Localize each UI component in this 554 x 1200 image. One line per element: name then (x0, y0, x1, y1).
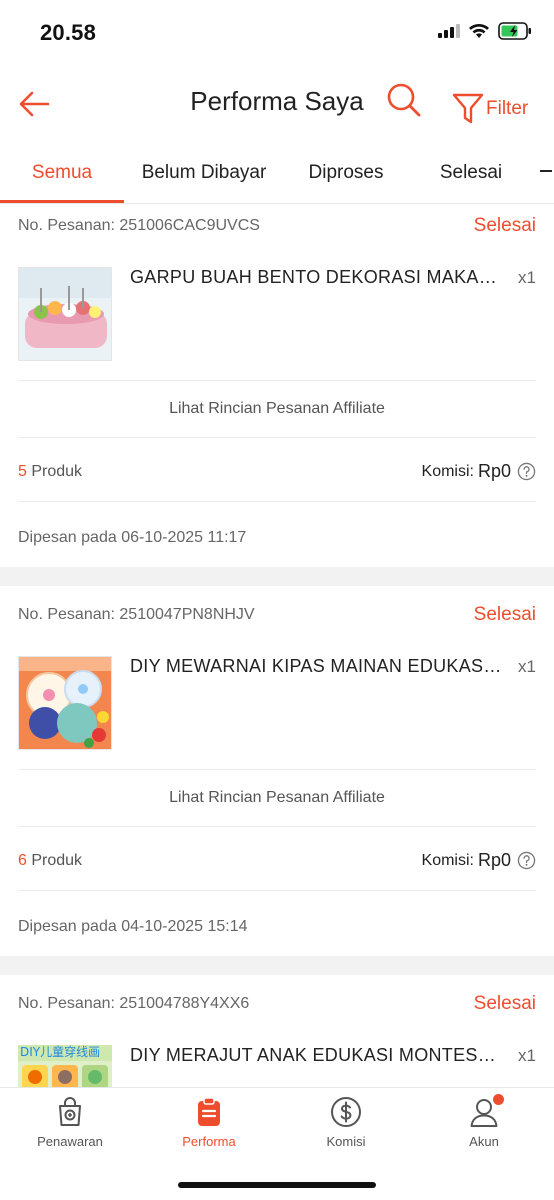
wifi-icon (469, 24, 489, 38)
order-number: No. Pesanan: 251004788Y4XX6 (18, 995, 250, 1012)
divider-line (18, 437, 536, 438)
help-icon[interactable] (517, 851, 536, 870)
product-count-suffix: Produk (26, 852, 83, 869)
product-thumbnail[interactable] (18, 267, 112, 361)
help-icon[interactable] (517, 462, 536, 481)
tab-belum-dibayar[interactable]: Belum Dibayar (130, 142, 278, 204)
product-thumbnail[interactable] (18, 656, 112, 750)
product-count: 5 Produk (18, 463, 82, 481)
status-time: 20.58 (40, 20, 97, 45)
divider-line (18, 769, 536, 770)
divider-line (18, 380, 536, 381)
filter-label: Filter (486, 98, 529, 119)
akun-icon-wrapper (468, 1094, 504, 1128)
tab-more-partial[interactable] (540, 142, 554, 204)
bottom-nav-komisi[interactable]: Komisi (277, 1096, 415, 1160)
status-tabs: Semua Belum Dibayar Diproses Selesai (0, 142, 554, 204)
battery-icon (498, 22, 531, 40)
divider-line (18, 826, 536, 827)
product-name[interactable]: DIY MERAJUT ANAK EDUKASI MONTESSORI (130, 1045, 502, 1066)
bottom-nav-label: Performa (182, 1134, 236, 1149)
active-tab-indicator (0, 200, 124, 203)
commission-label: Komisi: (421, 851, 474, 869)
product-name[interactable]: GARPU BUAH BENTO DEKORASI MAKANAN (130, 267, 502, 288)
product-count-number: 5 (18, 463, 27, 480)
notification-dot (493, 1094, 504, 1105)
commission-row: Komisi: Rp0 (422, 850, 536, 871)
product-count-suffix: Produk (26, 463, 83, 480)
commission-row: Komisi: Rp0 (422, 461, 536, 482)
section-divider (0, 567, 554, 586)
clipboard-icon (198, 1097, 220, 1126)
order-card: No. Pesanan: 2510047PN8NHJV Selesai DIY … (0, 594, 554, 956)
tab-selesai[interactable]: Selesai (412, 142, 530, 204)
tab-diproses[interactable]: Diproses (286, 142, 406, 204)
filter-icon (452, 93, 484, 124)
signal-icon (438, 24, 460, 38)
product-count-number: 6 (18, 852, 27, 869)
diy-fan-product-image (19, 657, 111, 749)
commission-value: Rp0 (477, 461, 511, 481)
filter-button[interactable]: Filter (452, 82, 528, 126)
order-card: No. Pesanan: 251006CAC9UVCS Selesai GARP… (0, 205, 554, 567)
thumbnail-caption: DIY儿童穿线画 (20, 1045, 101, 1059)
section-divider (0, 956, 554, 975)
commission-value: Rp0 (477, 850, 511, 870)
bento-fork-product-image (19, 268, 111, 360)
status-bar: 20.58 (0, 0, 554, 62)
ordered-at-date: Dipesan pada 04-10-2025 15:14 (18, 918, 248, 935)
status-icons (438, 22, 532, 40)
affiliate-order-detail-link[interactable]: Lihat Rincian Pesanan Affiliate (0, 789, 554, 807)
order-number: No. Pesanan: 2510047PN8NHJV (18, 606, 255, 623)
bottom-nav-performa[interactable]: Performa (140, 1096, 278, 1160)
product-quantity: x1 (518, 268, 536, 287)
divider-line (18, 890, 536, 891)
divider-line (18, 501, 536, 502)
tab-semua[interactable]: Semua (0, 142, 124, 204)
product-quantity: x1 (518, 1046, 536, 1065)
tab-cut-off-glyph (540, 170, 552, 172)
bottom-nav-label: Komisi (326, 1134, 366, 1149)
product-count: 6 Produk (18, 852, 82, 870)
bottom-nav-penawaran[interactable]: Penawaran (1, 1096, 139, 1160)
bottom-nav-label: Penawaran (37, 1134, 103, 1149)
bottom-nav-akun[interactable]: Akun (415, 1094, 553, 1160)
product-name[interactable]: DIY MEWARNAI KIPAS MAINAN EDUKASI ANAK (130, 656, 502, 677)
order-status: Selesai (473, 215, 536, 236)
dollar-circle-icon (331, 1097, 361, 1127)
affiliate-order-detail-link[interactable]: Lihat Rincian Pesanan Affiliate (0, 400, 554, 418)
ordered-at-date: Dipesan pada 06-10-2025 11:17 (18, 529, 247, 546)
nav-bar: Performa Saya Filter (0, 62, 554, 142)
shopping-bag-icon (59, 1097, 81, 1126)
order-list[interactable]: No. Pesanan: 251006CAC9UVCS Selesai GARP… (0, 205, 554, 1087)
order-number: No. Pesanan: 251006CAC9UVCS (18, 217, 260, 234)
search-icon (387, 83, 421, 117)
bottom-nav-label: Akun (469, 1134, 499, 1149)
search-button[interactable] (386, 82, 426, 122)
order-card: No. Pesanan: 251004788Y4XX6 Selesai DIY儿… (0, 983, 554, 1087)
product-thumbnail[interactable]: DIY儿童穿线画 (18, 1045, 112, 1087)
commission-label: Komisi: (421, 462, 474, 480)
order-status: Selesai (473, 993, 536, 1014)
home-indicator (178, 1182, 376, 1188)
order-status: Selesai (473, 604, 536, 625)
product-quantity: x1 (518, 657, 536, 676)
